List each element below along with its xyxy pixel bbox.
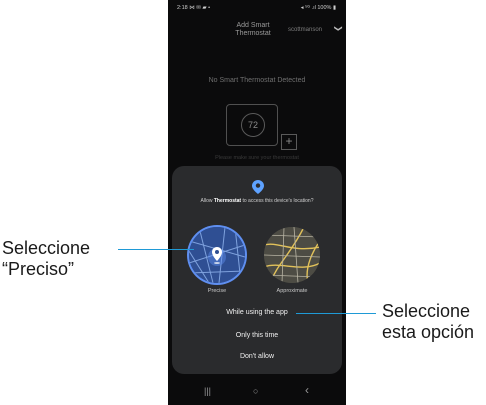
hint-text: Please make sure your thermostat [215, 155, 299, 161]
account-name[interactable]: scottmanson [288, 27, 322, 33]
chevron-down-icon[interactable]: ❯ [334, 25, 343, 32]
precise-map-icon[interactable] [189, 227, 245, 283]
app-header: Add Smart Thermostat scottmanson ❯ [168, 16, 346, 46]
phone-screen: 2:18 ⋈ ✉ ▰ • ◂ ⁵ᴳ .ıl 100% ▮ Add Smart T… [168, 0, 346, 405]
only-this-time-button[interactable]: Only this time [172, 332, 342, 339]
plus-icon: + [281, 134, 297, 150]
approximate-map-icon[interactable] [264, 227, 320, 283]
recents-button[interactable]: ||| [204, 386, 211, 396]
navigation-bar: ||| ○ ‹ [168, 380, 346, 405]
left-callout-line1: Seleccione [2, 238, 91, 258]
location-permission-dialog: Allow Thermostat to access this device's… [172, 166, 342, 374]
left-callout: Seleccione “Preciso” [2, 238, 90, 280]
right-callout: Seleccione esta opción [382, 301, 474, 343]
dont-allow-button[interactable]: Don't allow [172, 353, 342, 360]
right-callout-line2: esta opción [382, 322, 475, 342]
right-callout-line1: Seleccione [382, 301, 471, 321]
approximate-label[interactable]: Approximate [262, 288, 322, 294]
no-thermostat-message: No Smart Thermostat Detected [208, 77, 306, 84]
precise-label[interactable]: Precise [187, 288, 247, 294]
left-callout-connector [118, 249, 194, 250]
left-callout-line2: “Preciso” [2, 259, 75, 279]
right-callout-connector [296, 313, 376, 314]
thermostat-illustration: 72 [226, 104, 278, 146]
status-bar: 2:18 ⋈ ✉ ▰ • ◂ ⁵ᴳ .ıl 100% ▮ [168, 0, 346, 16]
back-button[interactable]: ‹ [305, 383, 309, 397]
thermostat-dial: 72 [241, 113, 265, 137]
page-title: Add Smart Thermostat [235, 22, 271, 37]
permission-prompt: Allow Thermostat to access this device's… [200, 198, 314, 204]
status-indicators: ◂ ⁵ᴳ .ıl 100% ▮ [300, 5, 336, 11]
home-button[interactable]: ○ [253, 386, 258, 396]
location-pin-icon [252, 180, 264, 194]
status-time: 2:18 ⋈ ✉ ▰ • [177, 5, 211, 11]
